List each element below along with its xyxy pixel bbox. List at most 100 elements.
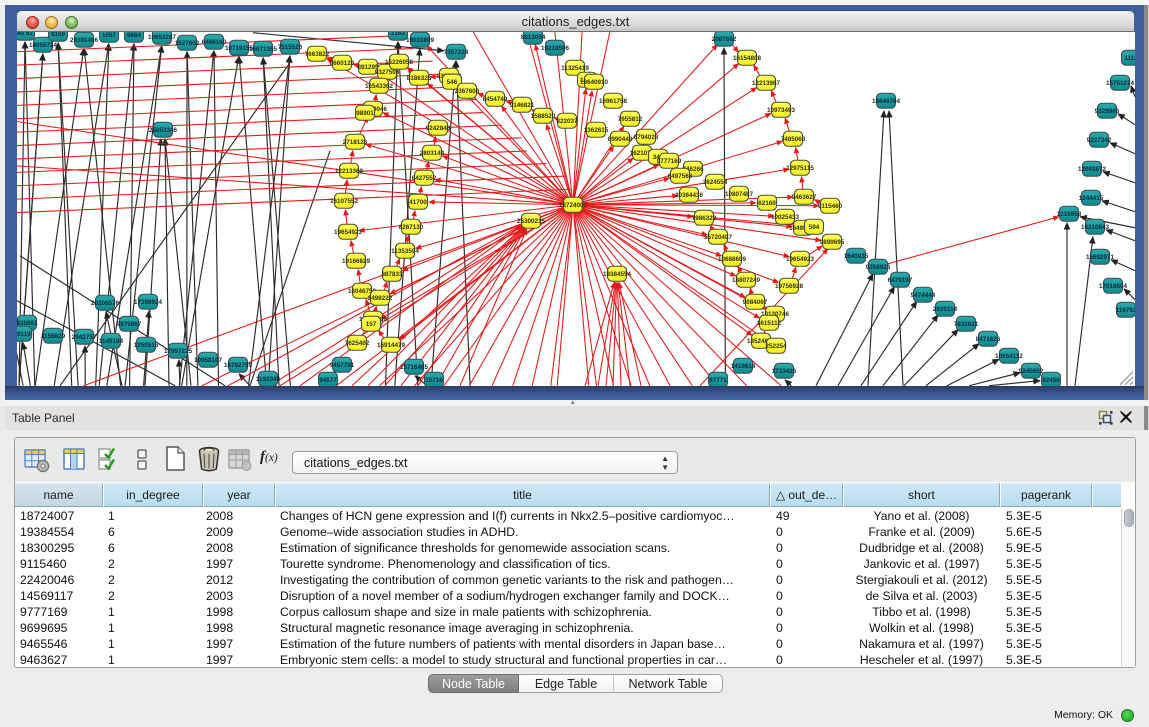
svg-text:19166829: 19166829 [342, 258, 371, 265]
svg-text:18724007: 18724007 [559, 202, 588, 209]
svg-text:8267130: 8267130 [399, 224, 424, 231]
svg-text:10653267: 10653267 [148, 34, 177, 41]
svg-text:7663822: 7663822 [305, 51, 330, 58]
svg-text:1057: 1057 [102, 32, 117, 39]
svg-text:2163: 2163 [391, 32, 406, 37]
svg-text:19384554: 19384554 [603, 271, 632, 278]
svg-text:9242848: 9242848 [426, 125, 451, 132]
svg-text:3624554: 3624554 [703, 179, 728, 186]
svg-text:1527602: 1527602 [175, 40, 200, 47]
svg-text:17359924: 17359924 [134, 299, 163, 306]
svg-text:18640910: 18640910 [580, 79, 609, 86]
svg-text:10654112: 10654112 [995, 353, 1023, 360]
svg-text:20391406: 20391406 [70, 37, 99, 44]
svg-text:16154808: 16154808 [733, 55, 762, 62]
svg-text:8471626: 8471626 [976, 336, 1001, 343]
svg-text:19654923: 19654923 [786, 256, 815, 263]
svg-text:15716: 15716 [425, 377, 443, 384]
svg-text:1362615: 1362615 [584, 127, 609, 134]
svg-text:15692971: 15692971 [1086, 254, 1115, 261]
svg-text:41700: 41700 [409, 199, 427, 206]
svg-text:12213369: 12213369 [335, 168, 364, 175]
svg-text:1640935: 1640935 [844, 253, 869, 260]
svg-text:1250515: 1250515 [134, 342, 159, 349]
svg-text:9329966: 9329966 [1095, 108, 1120, 115]
svg-text:8186328: 8186328 [407, 75, 432, 82]
svg-text:594: 594 [809, 224, 820, 231]
svg-text:1615112: 1615112 [757, 320, 782, 327]
svg-text:25053346: 25053346 [149, 127, 178, 134]
svg-text:10958107: 10958107 [194, 357, 223, 364]
svg-text:9777169: 9777169 [657, 158, 682, 165]
svg-text:20206576: 20206576 [91, 300, 120, 307]
svg-text:2367608: 2367608 [455, 88, 480, 95]
svg-text:12975115: 12975115 [786, 165, 814, 172]
svg-text:1156829: 1156829 [41, 333, 66, 340]
svg-text:822037: 822037 [556, 118, 578, 125]
svg-text:1733426: 1733426 [772, 368, 797, 375]
svg-text:9358923: 9358923 [866, 264, 891, 271]
svg-text:98901: 98901 [356, 110, 374, 117]
svg-text:16648764: 16648764 [872, 98, 901, 105]
svg-text:20364436: 20364436 [675, 192, 704, 199]
svg-text:12093872: 12093872 [1078, 166, 1107, 173]
svg-text:9327506: 9327506 [375, 69, 400, 76]
svg-text:8990448: 8990448 [608, 136, 633, 143]
svg-text:97771: 97771 [709, 377, 727, 384]
svg-text:887833: 887833 [381, 271, 403, 278]
svg-text:6794028: 6794028 [634, 134, 659, 141]
svg-text:9975867: 9975867 [117, 321, 142, 328]
svg-text:16107552: 16107552 [330, 198, 359, 205]
svg-text:9084067: 9084067 [743, 299, 768, 306]
svg-text:1588520: 1588520 [531, 113, 556, 120]
svg-text:16210643: 16210643 [1081, 224, 1110, 231]
svg-text:19756928: 19756928 [775, 283, 804, 290]
svg-text:15226058: 15226058 [385, 59, 414, 66]
svg-text:9463627: 9463627 [792, 194, 817, 201]
svg-text:2935114: 2935114 [933, 306, 958, 313]
svg-text:2942757: 2942757 [72, 334, 97, 341]
svg-text:7832621: 7832621 [954, 321, 979, 328]
svg-text:8813054: 8813054 [521, 34, 546, 41]
svg-text:9474444: 9474444 [911, 292, 936, 299]
svg-text:6466160: 6466160 [202, 39, 227, 46]
svg-text:1244415: 1244415 [1079, 195, 1104, 202]
svg-text:2087682: 2087682 [712, 36, 737, 43]
svg-text:92456: 92456 [1042, 377, 1060, 384]
svg-text:9899695: 9899695 [820, 239, 845, 246]
svg-text:9684: 9684 [127, 32, 142, 39]
svg-text:1215958: 1215958 [1057, 211, 1082, 218]
svg-text:19218506: 19218506 [541, 45, 570, 52]
svg-text:6497568: 6497568 [668, 173, 693, 180]
svg-text:1145194: 1145194 [99, 338, 124, 345]
svg-text:7986322: 7986322 [692, 215, 717, 222]
svg-text:16782759: 16782759 [224, 362, 253, 369]
svg-text:16671355: 16671355 [249, 46, 278, 53]
svg-text:116753: 116753 [1116, 307, 1135, 314]
svg-text:8427552: 8427552 [412, 175, 437, 182]
svg-text:157: 157 [366, 321, 377, 328]
svg-text:546: 546 [447, 79, 458, 86]
svg-text:7955812: 7955812 [618, 116, 643, 123]
svg-text:7485063: 7485063 [781, 136, 806, 143]
svg-text:9115460: 9115460 [818, 203, 843, 210]
svg-text:90 81: 90 81 [17, 32, 33, 37]
svg-text:10973493: 10973493 [767, 107, 796, 114]
svg-text:1192346: 1192346 [256, 376, 281, 383]
svg-text:19654923: 19654923 [334, 229, 363, 236]
svg-text:9457791: 9457791 [330, 362, 355, 369]
svg-text:8660128: 8660128 [330, 60, 355, 67]
svg-text:62160: 62160 [758, 200, 776, 207]
svg-text:16914479: 16914479 [377, 342, 406, 349]
svg-text:15716485: 15716485 [400, 364, 429, 371]
svg-text:25300215: 25300215 [517, 218, 546, 225]
svg-text:16961758: 16961758 [599, 98, 628, 105]
svg-text:252254: 252254 [765, 343, 787, 350]
svg-text:16543362: 16543362 [365, 83, 394, 90]
svg-text:16033809: 16033809 [406, 37, 435, 44]
svg-text:10807487: 10807487 [725, 191, 754, 198]
svg-text:10025433: 10025433 [771, 214, 800, 221]
svg-text:11325419: 11325419 [561, 65, 589, 72]
svg-text:15720407: 15720407 [704, 234, 733, 241]
svg-text:14055724: 14055724 [29, 42, 58, 49]
